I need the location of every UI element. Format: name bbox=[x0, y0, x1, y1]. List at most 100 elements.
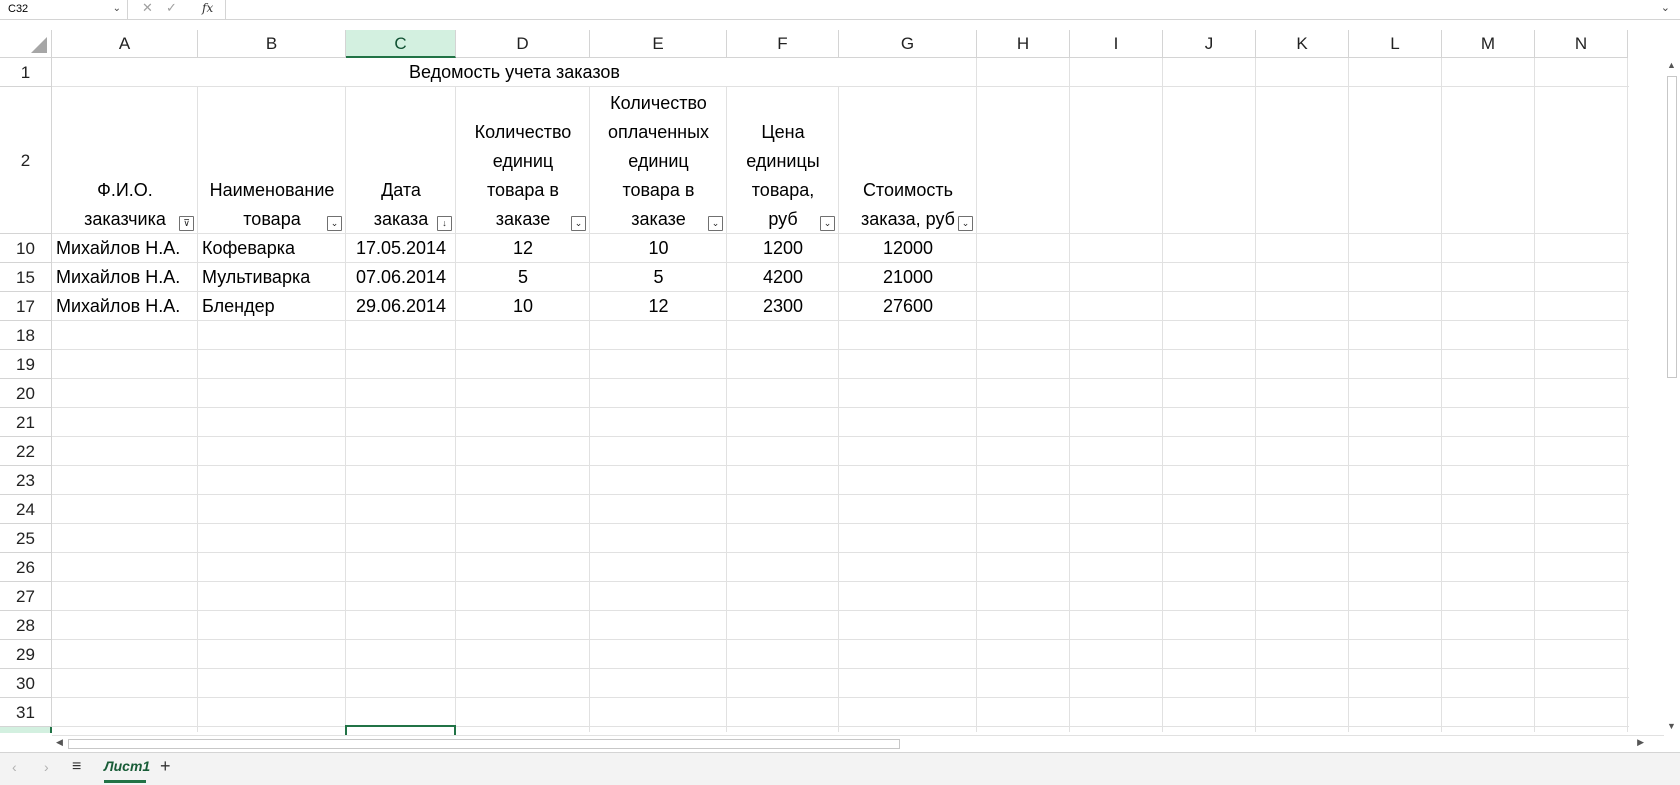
column-header-f[interactable]: F bbox=[727, 30, 839, 58]
column-header-cell[interactable]: Цена единицы товара, руб bbox=[727, 87, 839, 234]
column-header-d[interactable]: D bbox=[456, 30, 590, 58]
row-header-22[interactable]: 22 bbox=[0, 437, 52, 466]
column-header-cell[interactable]: Дата заказа bbox=[346, 87, 456, 234]
row-header-19[interactable]: 19 bbox=[0, 350, 52, 379]
column-header-a[interactable]: A bbox=[52, 30, 198, 58]
column-header-l[interactable]: L bbox=[1349, 30, 1442, 58]
column-header-i[interactable]: I bbox=[1070, 30, 1163, 58]
insert-function-button[interactable]: fx bbox=[202, 1, 213, 15]
table-cell[interactable]: Кофеварка bbox=[202, 234, 346, 263]
table-cell[interactable]: 29.06.2014 bbox=[346, 292, 456, 321]
table-cell[interactable]: 12 bbox=[456, 234, 590, 263]
table-cell[interactable]: 12 bbox=[590, 292, 727, 321]
column-header-cell[interactable]: Ф.И.О. заказчика bbox=[52, 87, 198, 234]
row-header-25[interactable]: 25 bbox=[0, 524, 52, 553]
column-header-k[interactable]: K bbox=[1256, 30, 1349, 58]
row-header-29[interactable]: 29 bbox=[0, 640, 52, 669]
column-header-h[interactable]: H bbox=[977, 30, 1070, 58]
column-header-b[interactable]: B bbox=[198, 30, 346, 58]
column-header-g[interactable]: G bbox=[839, 30, 977, 58]
table-cell[interactable]: 5 bbox=[590, 263, 727, 292]
table-cell[interactable]: 07.06.2014 bbox=[346, 263, 456, 292]
table-cell[interactable]: 17.05.2014 bbox=[346, 234, 456, 263]
row-header-21[interactable]: 21 bbox=[0, 408, 52, 437]
prev-sheet-icon[interactable]: ‹ bbox=[12, 759, 17, 775]
row-header-30[interactable]: 30 bbox=[0, 669, 52, 698]
sheet-title[interactable]: Ведомость учета заказов bbox=[52, 58, 977, 87]
column-header-cell[interactable]: Наименование товара bbox=[198, 87, 346, 234]
table-cell[interactable]: 10 bbox=[456, 292, 590, 321]
column-header-j[interactable]: J bbox=[1163, 30, 1256, 58]
row-header-1[interactable]: 1 bbox=[0, 58, 52, 87]
header-line: заказа, руб bbox=[861, 209, 955, 229]
filter-dropdown-icon[interactable]: ⌄ bbox=[571, 216, 586, 231]
table-cell[interactable]: Михайлов Н.А. bbox=[56, 292, 198, 321]
table-cell[interactable]: 27600 bbox=[839, 292, 977, 321]
horizontal-scrollbar[interactable]: ◀ ▶ bbox=[52, 735, 1664, 751]
filter-dropdown-icon[interactable]: ⌄ bbox=[708, 216, 723, 231]
table-cell[interactable]: 4200 bbox=[727, 263, 839, 292]
vertical-scroll-thumb[interactable] bbox=[1667, 76, 1677, 378]
row-header-15[interactable]: 15 bbox=[0, 263, 52, 292]
grid-hline bbox=[52, 407, 1629, 408]
table-cell[interactable]: 10 bbox=[590, 234, 727, 263]
grid-hline bbox=[52, 581, 1629, 582]
expand-formula-bar-icon[interactable]: ⌄ bbox=[1661, 1, 1670, 14]
scroll-up-icon[interactable]: ▲ bbox=[1667, 60, 1676, 70]
table-cell[interactable]: 1200 bbox=[727, 234, 839, 263]
row-header-31[interactable]: 31 bbox=[0, 698, 52, 727]
filter-dropdown-icon[interactable]: ⌄ bbox=[327, 216, 342, 231]
table-cell[interactable]: 21000 bbox=[839, 263, 977, 292]
row-header-23[interactable]: 23 bbox=[0, 466, 52, 495]
horizontal-scroll-thumb[interactable] bbox=[68, 739, 900, 749]
vertical-scrollbar[interactable]: ▲ ▼ bbox=[1664, 58, 1680, 733]
table-cell[interactable]: 5 bbox=[456, 263, 590, 292]
enter-icon[interactable]: ✓ bbox=[166, 0, 177, 16]
scroll-right-icon[interactable]: ▶ bbox=[1637, 737, 1644, 748]
column-header-cell[interactable]: Стоимость заказа, руб bbox=[839, 87, 977, 234]
column-header-m[interactable]: M bbox=[1442, 30, 1535, 58]
formula-input[interactable] bbox=[232, 2, 1632, 18]
next-sheet-icon[interactable]: › bbox=[44, 759, 49, 775]
row-header-28[interactable]: 28 bbox=[0, 611, 52, 640]
column-header-c[interactable]: C bbox=[346, 30, 456, 58]
row-header-2[interactable]: 2 bbox=[0, 87, 52, 234]
table-cell[interactable]: Михайлов Н.А. bbox=[56, 263, 198, 292]
select-all-button[interactable] bbox=[0, 30, 52, 58]
grid-vline bbox=[1627, 58, 1628, 732]
column-header-e[interactable]: E bbox=[590, 30, 727, 58]
grid-hline bbox=[52, 378, 1629, 379]
chevron-down-icon[interactable]: ⌄ bbox=[113, 3, 121, 14]
filter-dropdown-icon[interactable]: ⌄ bbox=[958, 216, 973, 231]
tab-sheet1[interactable]: Лист1 bbox=[104, 753, 150, 783]
scroll-left-icon[interactable]: ◀ bbox=[56, 737, 63, 748]
all-sheets-button[interactable]: ≡ bbox=[72, 758, 81, 776]
row-header-17[interactable]: 17 bbox=[0, 292, 52, 321]
name-box[interactable]: C32 ⌄ bbox=[0, 0, 128, 19]
sheet-tab-bar: ‹ › ≡ Лист1 + bbox=[0, 752, 1680, 785]
add-sheet-button[interactable]: + bbox=[160, 756, 171, 777]
row-header-20[interactable]: 20 bbox=[0, 379, 52, 408]
row-header-10[interactable]: 10 bbox=[0, 234, 52, 263]
table-cell[interactable]: 12000 bbox=[839, 234, 977, 263]
table-cell[interactable]: Михайлов Н.А. bbox=[56, 234, 198, 263]
scroll-down-icon[interactable]: ▼ bbox=[1667, 721, 1676, 731]
row-header-18[interactable]: 18 bbox=[0, 321, 52, 350]
table-cell[interactable]: Блендер bbox=[202, 292, 346, 321]
column-header-n[interactable]: N bbox=[1535, 30, 1628, 58]
sort-filter-icon[interactable]: ↓ bbox=[437, 216, 452, 231]
column-header-cell[interactable]: Количество единиц товара в заказе bbox=[456, 87, 590, 234]
table-cell[interactable]: 2300 bbox=[727, 292, 839, 321]
header-line: Дата bbox=[381, 180, 421, 200]
row-header-24[interactable]: 24 bbox=[0, 495, 52, 524]
row-header-27[interactable]: 27 bbox=[0, 582, 52, 611]
filter-dropdown-icon[interactable]: ⌄ bbox=[820, 216, 835, 231]
name-box-value: C32 bbox=[8, 3, 29, 15]
cancel-icon[interactable]: ✕ bbox=[142, 0, 153, 16]
active-cell[interactable] bbox=[345, 725, 456, 735]
header-line: заказе bbox=[495, 209, 551, 229]
table-cell[interactable]: Мультиварка bbox=[202, 263, 346, 292]
row-header-26[interactable]: 26 bbox=[0, 553, 52, 582]
column-header-cell[interactable]: Количество оплаченных единиц товара в заказе bbox=[590, 87, 727, 234]
filter-active-icon[interactable]: ⊽ bbox=[179, 216, 194, 231]
